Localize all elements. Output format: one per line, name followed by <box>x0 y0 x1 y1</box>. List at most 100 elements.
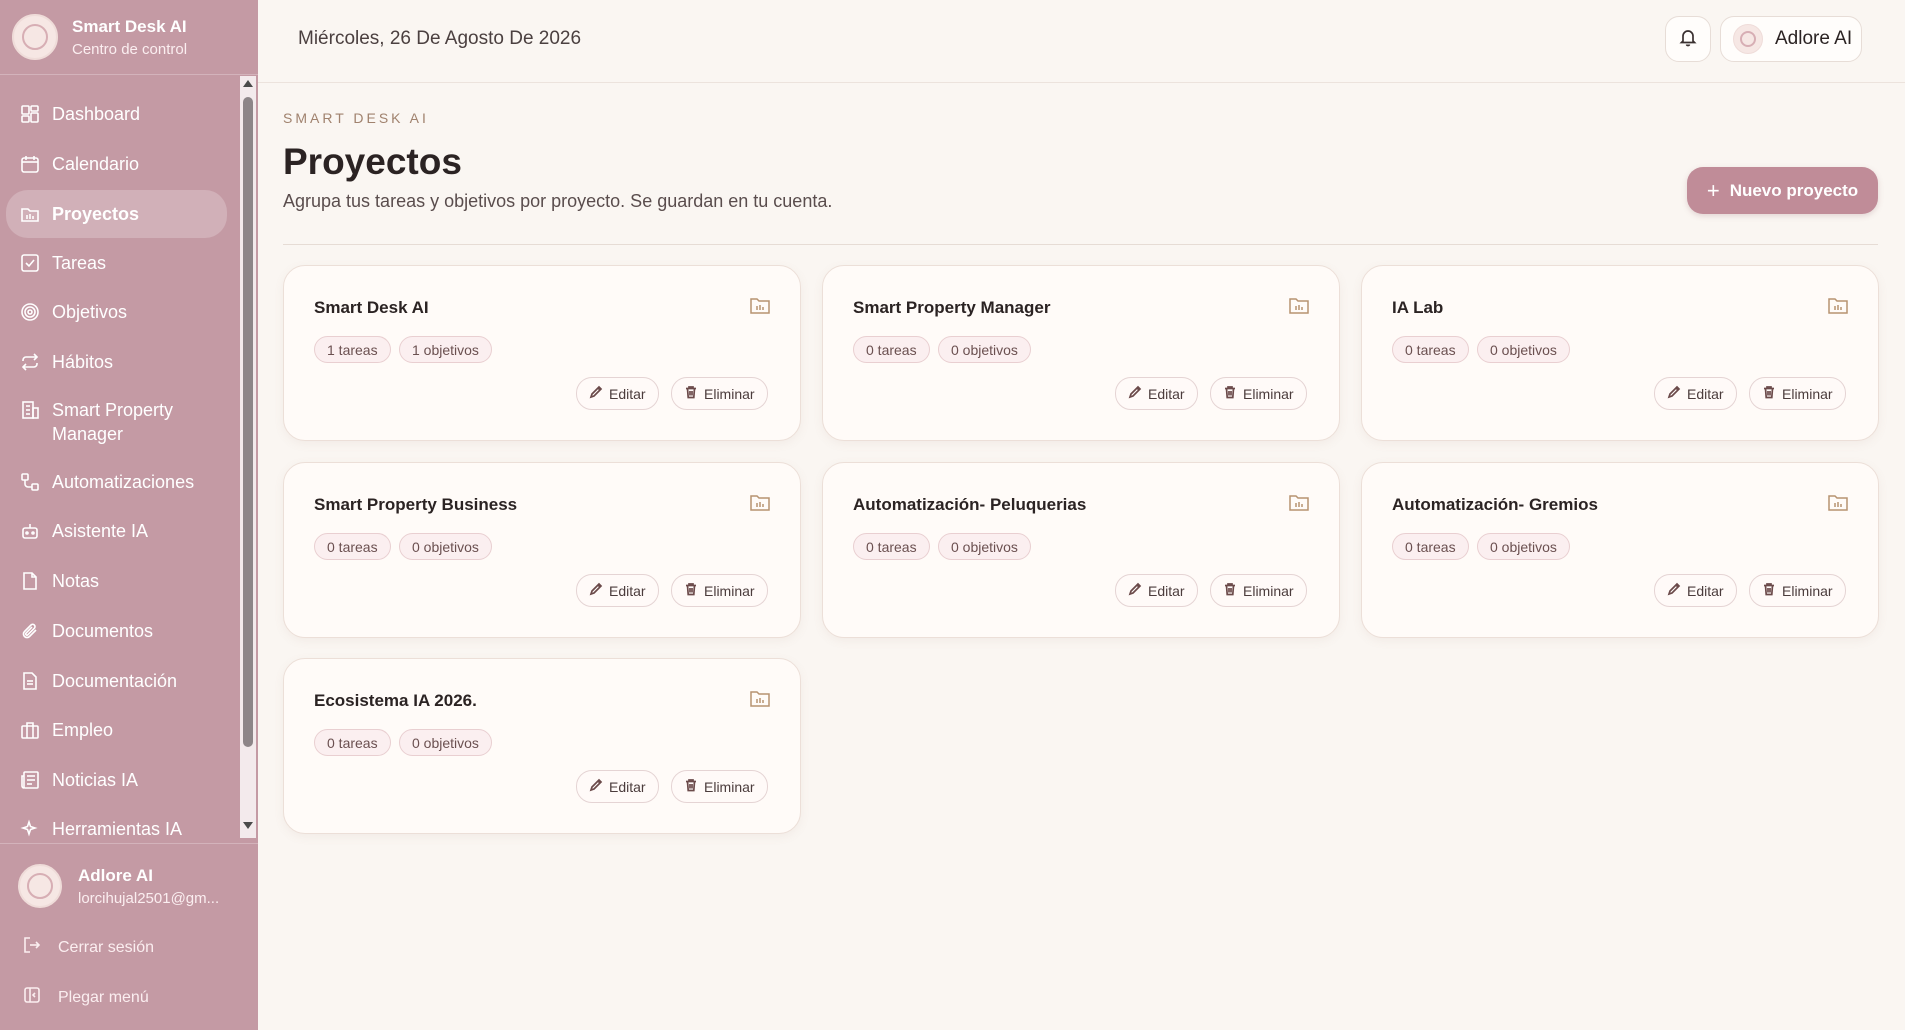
sidebar-item-dashboard[interactable]: Dashboard <box>6 102 227 126</box>
sidebar-item-proyectos[interactable]: Proyectos <box>6 190 227 238</box>
edit-project-button[interactable]: Editar <box>1115 377 1198 410</box>
sidebar-item-automatizaciones[interactable]: Automatizaciones <box>6 470 227 494</box>
scroll-down-arrow-icon[interactable] <box>243 822 253 829</box>
notifications-button[interactable] <box>1665 16 1711 62</box>
scroll-up-arrow-icon[interactable] <box>243 80 253 87</box>
edit-project-button[interactable]: Editar <box>576 770 659 803</box>
folder-icon <box>1828 296 1848 314</box>
repeat-icon <box>20 352 40 372</box>
sidebar-item-documentacion[interactable]: Documentación <box>6 669 227 693</box>
edit-label: Editar <box>1148 385 1185 402</box>
folder-icon <box>1289 296 1309 314</box>
project-card[interactable]: Ecosistema IA 2026. 0 tareas 0 objetivos Ed… <box>283 658 801 834</box>
user-email: lorcihujal2501@gm... <box>78 889 220 907</box>
project-card[interactable]: Smart Property Business 0 tareas 0 objetiv… <box>283 462 801 638</box>
delete-project-button[interactable]: Eliminar <box>671 377 768 410</box>
tasks-count-badge: 0 tareas <box>1392 533 1469 560</box>
edit-label: Editar <box>1687 385 1724 402</box>
edit-project-button[interactable]: Editar <box>1654 377 1737 410</box>
sidebar-item-calendario[interactable]: Calendario <box>6 152 227 176</box>
sidebar-item-label: Objetivos <box>52 302 128 322</box>
pencil-icon <box>589 385 603 402</box>
edit-label: Editar <box>609 385 646 402</box>
edit-project-button[interactable]: Editar <box>1654 574 1737 607</box>
project-card[interactable]: Smart Property Manager 0 tareas 0 objetivo… <box>822 265 1340 441</box>
sidebar-item-herramientas-ia[interactable]: Herramientas IA <box>6 817 227 838</box>
edit-project-button[interactable]: Editar <box>1115 574 1198 607</box>
goals-count-badge: 0 objetivos <box>938 336 1031 363</box>
page-eyebrow: SMART DESK AI <box>283 110 429 126</box>
dashboard-icon <box>20 104 40 124</box>
collapse-menu-button[interactable]: Plegar menú <box>22 985 149 1010</box>
sidebar-item-documentos[interactable]: Documentos <box>6 619 227 643</box>
sidebar-nav: Dashboard Calendario Proyectos Tareas Ob… <box>0 78 240 838</box>
delete-project-button[interactable]: Eliminar <box>1210 377 1307 410</box>
tasks-count-badge: 0 tareas <box>314 533 391 560</box>
delete-project-button[interactable]: Eliminar <box>1749 574 1846 607</box>
avatar <box>1733 24 1763 54</box>
sidebar-item-notas[interactable]: Notas <box>6 569 227 593</box>
sidebar-item-noticias-ia[interactable]: Noticias IA <box>6 768 227 792</box>
trash-icon <box>1223 385 1237 402</box>
project-card[interactable]: IA Lab 0 tareas 0 objetivos Editar Eliminar <box>1361 265 1879 441</box>
project-card[interactable]: Automatización- Peluquerias 0 tareas 0 obj… <box>822 462 1340 638</box>
profile-name: Adlore AI <box>1775 28 1853 49</box>
sidebar-item-smart-property-manager[interactable]: Smart Property Manager <box>6 398 227 446</box>
delete-project-button[interactable]: Eliminar <box>1210 574 1307 607</box>
tasks-count-badge: 0 tareas <box>853 533 930 560</box>
bell-icon <box>1678 27 1698 52</box>
delete-label: Eliminar <box>1782 582 1833 599</box>
edit-project-button[interactable]: Editar <box>576 377 659 410</box>
tasks-count-badge: 0 tareas <box>853 336 930 363</box>
sidebar-item-tareas[interactable]: Tareas <box>6 251 227 275</box>
trash-icon <box>1762 582 1776 599</box>
target-icon <box>20 302 40 322</box>
bot-icon <box>20 521 40 541</box>
folder-icon <box>1828 493 1848 511</box>
brand[interactable]: Smart Desk AI Centro de control <box>12 12 187 62</box>
sidebar-user[interactable]: Adlore AI lorcihujal2501@gm... <box>18 864 219 908</box>
project-name: IA Lab <box>1392 298 1444 317</box>
building-icon <box>20 400 40 420</box>
calendar-icon <box>20 154 40 174</box>
edit-project-button[interactable]: Editar <box>576 574 659 607</box>
profile-button[interactable]: Adlore AI <box>1720 16 1862 62</box>
plus-icon: + <box>1706 177 1720 203</box>
sidebar-item-objetivos[interactable]: Objetivos <box>6 300 227 324</box>
folder-icon <box>1289 493 1309 511</box>
page-title: Proyectos <box>283 141 462 182</box>
project-card[interactable]: Automatización- Gremios 0 tareas 0 objetiv… <box>1361 462 1879 638</box>
sidebar-item-label: Tareas <box>52 253 107 273</box>
goals-count-badge: 0 objetivos <box>1477 336 1570 363</box>
sidebar: Smart Desk AI Centro de control Dashboar… <box>0 0 258 1030</box>
project-name: Automatización- Gremios <box>1392 495 1598 514</box>
delete-project-button[interactable]: Eliminar <box>671 574 768 607</box>
paperclip-icon <box>20 621 40 641</box>
trash-icon <box>684 385 698 402</box>
delete-project-button[interactable]: Eliminar <box>1749 377 1846 410</box>
new-project-button[interactable]: + Nuevo proyecto <box>1687 167 1878 214</box>
sidebar-item-label: Automatizaciones <box>52 472 195 492</box>
project-name: Smart Property Manager <box>853 298 1051 317</box>
user-name: Adlore AI <box>78 865 153 885</box>
tasks-count-badge: 0 tareas <box>314 729 391 756</box>
sidebar-item-habitos[interactable]: Hábitos <box>6 350 227 374</box>
sidebar-item-label: Documentos <box>52 621 154 641</box>
pencil-icon <box>1128 582 1142 599</box>
sidebar-item-asistente-ia[interactable]: Asistente IA <box>6 519 227 543</box>
sidebar-item-empleo[interactable]: Empleo <box>6 718 227 742</box>
trash-icon <box>1223 582 1237 599</box>
sidebar-divider <box>0 74 258 75</box>
newspaper-icon <box>20 770 40 790</box>
project-card[interactable]: Smart Desk AI 1 tareas 1 objetivos Editar El… <box>283 265 801 441</box>
delete-project-button[interactable]: Eliminar <box>671 770 768 803</box>
sidebar-scroll-thumb[interactable] <box>243 97 253 747</box>
sidebar-item-label: Proyectos <box>52 204 140 224</box>
logout-button[interactable]: Cerrar sesión <box>22 935 154 960</box>
folder-icon <box>750 689 770 707</box>
collapse-label: Plegar menú <box>58 988 149 1006</box>
avatar <box>18 864 62 908</box>
sidebar-item-label: Hábitos <box>52 352 114 372</box>
new-project-label: Nuevo proyecto <box>1729 180 1859 200</box>
pencil-icon <box>1128 385 1142 402</box>
